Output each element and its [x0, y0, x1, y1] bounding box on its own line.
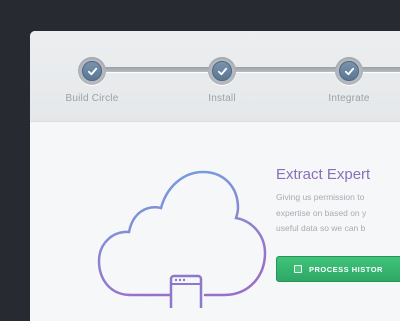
checkmark-icon: [87, 67, 97, 75]
mobile-device-icon: [169, 274, 203, 308]
process-history-button[interactable]: PROCESS HISTOR: [276, 256, 400, 282]
step-build-circle[interactable]: Build Circle: [47, 57, 137, 104]
button-label: PROCESS HISTOR: [309, 264, 383, 274]
checkmark-icon: [217, 67, 227, 75]
step-label: Install: [208, 93, 236, 104]
description-line: useful data so we can b: [276, 223, 366, 233]
description: Giving us permission to expertise on bas…: [276, 190, 386, 237]
page-title: Extract Expert: [276, 166, 371, 183]
progress-stepper: Build Circle Install Integrate: [30, 31, 400, 122]
step-integrate[interactable]: Integrate: [304, 57, 394, 104]
checkmark-icon: [344, 67, 354, 75]
step-node: [208, 57, 236, 85]
step-label: Build Circle: [65, 93, 119, 104]
description-line: expertise on based on y: [276, 207, 367, 218]
step-label: Integrate: [328, 93, 370, 104]
step-install[interactable]: Install: [177, 57, 267, 104]
description-line: Giving us permission to: [276, 192, 365, 202]
step-node: [335, 57, 363, 85]
cloud-icon: [97, 170, 267, 308]
step-node: [78, 57, 106, 85]
square-icon: [294, 265, 302, 273]
